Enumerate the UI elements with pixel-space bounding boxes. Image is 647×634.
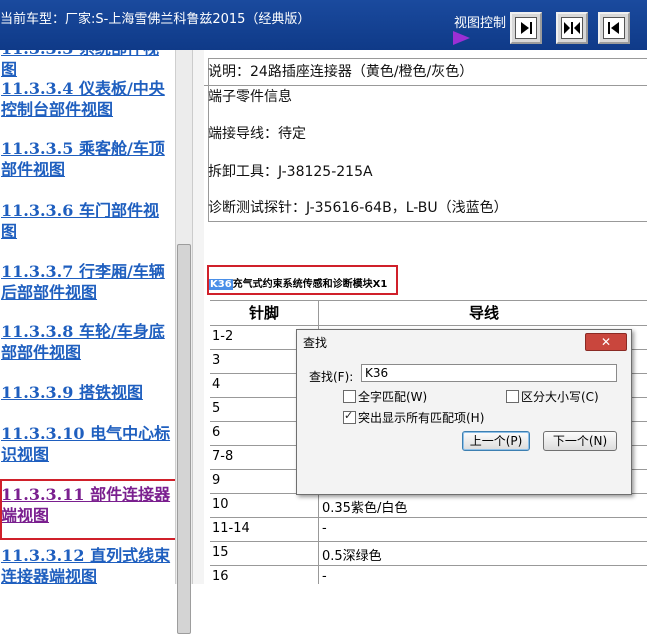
find-label: 查找(F):	[309, 370, 354, 384]
wire-cell: -	[322, 569, 327, 584]
sidebar-item-3-3-3[interactable]: 11.3.3.3 系统部件视图	[1, 50, 173, 80]
top-header-bar: 当前车型：厂家:S-上海雪佛兰科鲁兹2015（经典版） 视图控制	[0, 0, 647, 50]
case-sensitive-label: 区分大小写(C)	[521, 390, 599, 404]
sidebar-item-3-3-9[interactable]: 11.3.3.9 搭铁视图	[1, 382, 173, 403]
find-input[interactable]	[361, 364, 617, 382]
highlight-box-connector	[207, 265, 398, 295]
terminal-parts-heading: 端子零件信息	[208, 89, 292, 105]
pin-cell: 9	[212, 473, 221, 488]
find-dialog: 查找 ✕ 查找(F): 全字匹配(W) 区分大小写(C) 突出显示所有匹配项(H…	[296, 329, 632, 495]
pin-cell: 3	[212, 353, 221, 368]
pin-cell: 15	[212, 545, 229, 560]
test-probe-text: 诊断测试探针：J-35616-64B，L-BU（浅蓝色）	[208, 200, 508, 216]
pin-cell: 16	[212, 569, 229, 584]
play-icon[interactable]	[453, 31, 470, 45]
pin-cell: 10	[212, 497, 229, 512]
pin-table-header: 针脚 导线	[210, 300, 647, 325]
highlight-all-checkbox[interactable]	[343, 409, 356, 424]
wire-cell: 0.35紫色/白色	[322, 501, 408, 516]
column-divider	[318, 518, 319, 542]
next-button[interactable]: 下一个(N)	[543, 431, 617, 451]
wire-cell: 0.5深绿色	[322, 549, 382, 564]
pin-cell: 5	[212, 401, 221, 416]
table-row: 16 -	[210, 565, 647, 584]
pin-cell: 1-2	[212, 329, 234, 344]
whole-word-label: 全字匹配(W)	[358, 390, 428, 404]
view-control-label: 视图控制	[454, 16, 507, 31]
dialog-title: 查找	[303, 336, 328, 350]
sidebar-scrollbar[interactable]	[175, 50, 193, 634]
table-row: 10 0.35紫色/白色	[210, 493, 647, 518]
wire-cell: -	[322, 521, 327, 536]
split-icon	[564, 22, 580, 34]
highlight-all-label: 突出显示所有匹配项(H)	[358, 411, 485, 425]
sidebar-item-3-3-7[interactable]: 11.3.3.7 行李厢/车辆后部部件视图	[1, 261, 173, 303]
car-model-label: 当前车型：厂家:S-上海雪佛兰科鲁兹2015（经典版）	[0, 12, 311, 27]
pin-cell: 7-8	[212, 449, 234, 464]
column-divider	[318, 542, 319, 566]
arrow-right-bar-icon	[521, 22, 532, 34]
arrow-left-bar-icon	[608, 22, 619, 34]
view-left-panel-button[interactable]	[598, 12, 630, 44]
main-content: 说明：24路插座连接器（黄色/橙色/灰色） 端子零件信息 端接导线：待定 拆卸工…	[204, 50, 647, 584]
pin-column-header: 针脚	[210, 301, 319, 325]
table-row: 15 0.5深绿色	[210, 541, 647, 566]
wire-column-header: 导线	[468, 304, 499, 322]
removal-tool-text: 拆卸工具：J-38125-215A	[208, 164, 373, 180]
column-divider	[318, 566, 319, 584]
pin-cell: 6	[212, 425, 221, 440]
pin-cell: 4	[212, 377, 221, 392]
prev-button[interactable]: 上一个(P)	[462, 431, 530, 451]
terminal-wire-text: 端接导线：待定	[208, 126, 306, 142]
view-split-button[interactable]	[556, 12, 588, 44]
case-sensitive-checkbox[interactable]	[506, 390, 519, 403]
sidebar-item-3-3-5[interactable]: 11.3.3.5 乘客舱/车顶部件视图	[1, 138, 173, 180]
sidebar-item-3-3-10[interactable]: 11.3.3.10 电气中心标识视图	[1, 423, 173, 465]
table-row: 11-14 -	[210, 517, 647, 542]
sidebar-item-3-3-12[interactable]: 11.3.3.12 直列式线束连接器端视图	[1, 545, 173, 584]
sidebar-scrollbar-thumb[interactable]	[177, 244, 191, 634]
column-divider	[318, 494, 319, 518]
sidebar-item-3-3-8[interactable]: 11.3.3.8 车轮/车身底部部件视图	[1, 321, 173, 363]
sidebar-item-3-3-4[interactable]: 11.3.3.4 仪表板/中央控制台部件视图	[1, 78, 173, 120]
highlight-box-sidebar	[0, 479, 189, 540]
whole-word-checkbox[interactable]	[343, 390, 356, 403]
sidebar-item-3-3-6[interactable]: 11.3.3.6 车门部件视图	[1, 200, 173, 242]
description-text: 说明：24路插座连接器（黄色/橙色/灰色）	[204, 61, 647, 86]
view-right-panel-button[interactable]	[510, 12, 542, 44]
close-icon[interactable]: ✕	[585, 333, 627, 351]
pin-cell: 11-14	[212, 521, 250, 536]
